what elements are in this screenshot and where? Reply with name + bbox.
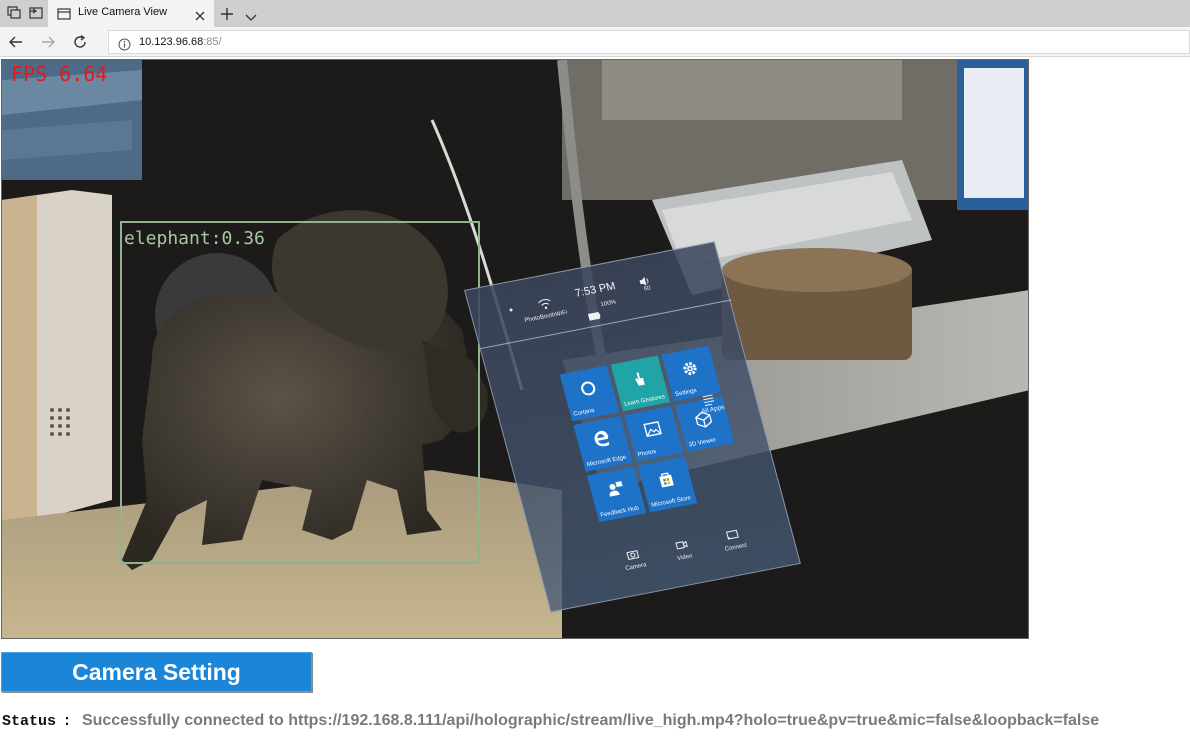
photos-icon <box>641 419 663 440</box>
url-text: 10.123.96.68:85/ <box>139 36 222 48</box>
url-host: 10.123.96.68 <box>139 36 204 48</box>
status-text: Successfully connected to https://192.16… <box>81 712 1100 729</box>
tile-feedback-hub[interactable]: Feedback Hub <box>586 466 647 523</box>
tab-actions-icon[interactable] <box>5 4 23 22</box>
tab-menu-icon[interactable] <box>245 8 257 21</box>
video-button[interactable]: Video <box>661 536 708 573</box>
tab-strip: Live Camera View <box>0 0 1190 27</box>
detection-label: elephant:0.36 <box>124 228 265 249</box>
hand-icon <box>628 368 650 389</box>
volume-icon <box>637 271 652 286</box>
camera-setting-button[interactable]: Camera Setting <box>1 652 312 692</box>
status-label: Status <box>2 713 57 730</box>
active-tab[interactable]: Live Camera View <box>48 0 214 27</box>
refresh-icon[interactable] <box>72 34 88 50</box>
list-icon <box>700 390 715 407</box>
camera-button[interactable]: Camera <box>612 546 659 583</box>
status-dot <box>509 308 513 312</box>
info-icon[interactable] <box>118 36 131 51</box>
tile-label: Learn Gestures <box>623 394 666 408</box>
new-tab-icon[interactable] <box>220 6 234 20</box>
fps-readout: FPS 6.64 <box>11 62 108 86</box>
back-icon[interactable] <box>8 34 24 50</box>
url-field[interactable]: 10.123.96.68:85/ <box>108 30 1190 54</box>
tile-microsoft-store[interactable]: Microsoft Store <box>637 456 698 513</box>
store-icon <box>655 469 677 490</box>
tile-learn-gestures[interactable]: Learn Gestures <box>610 355 671 412</box>
detection-box <box>120 221 480 564</box>
cortana-icon <box>577 378 599 399</box>
volume-label: 50 <box>643 285 652 293</box>
status-separator: : <box>62 713 72 730</box>
battery-label: 100% <box>600 299 617 309</box>
forward-icon[interactable] <box>40 34 56 50</box>
wifi-icon <box>535 295 554 312</box>
status-line: Status : Successfully connected to https… <box>2 712 1099 730</box>
wifi-label: PhotoBoothWiFi <box>524 309 569 324</box>
connect-button[interactable]: Connect <box>712 526 759 563</box>
battery-icon <box>586 304 601 321</box>
video-label: Video <box>676 553 694 563</box>
tile-microsoft-edge[interactable]: Microsoft Edge <box>573 415 633 472</box>
close-icon[interactable] <box>194 7 206 21</box>
page-icon <box>57 6 71 20</box>
tab-aside-icon[interactable] <box>27 4 45 22</box>
all-apps-button[interactable]: All Apps <box>696 383 755 431</box>
tile-label: Microsoft Store <box>650 495 692 509</box>
address-bar: 10.123.96.68:85/ <box>0 27 1190 57</box>
tile-label: Settings <box>674 387 698 398</box>
camera-icon <box>626 550 640 560</box>
tab-title: Live Camera View <box>78 6 168 18</box>
video-icon <box>675 540 688 550</box>
tile-label: Photos <box>637 448 658 459</box>
clock-time: 7:53 PM <box>573 280 617 300</box>
connect-icon <box>725 529 739 540</box>
tile-label: Feedback Hub <box>599 505 640 519</box>
camera-label: Camera <box>624 562 648 573</box>
tile-photos[interactable]: Photos <box>624 406 684 462</box>
tile-cortana[interactable]: Cortana <box>559 365 620 422</box>
connect-label: Connect <box>724 542 748 553</box>
camera-view[interactable]: FPS 6.64 elephant:0.36 PhotoBoothWiFi 7:… <box>1 59 1029 639</box>
url-port-path: :85/ <box>203 36 222 48</box>
feedback-icon <box>604 479 626 500</box>
gear-icon <box>679 358 701 379</box>
tile-label: Cortana <box>572 407 596 418</box>
tile-label: 3D Viewer <box>688 437 717 449</box>
tile-label: Microsoft Edge <box>586 454 628 469</box>
edge-icon <box>591 429 613 450</box>
